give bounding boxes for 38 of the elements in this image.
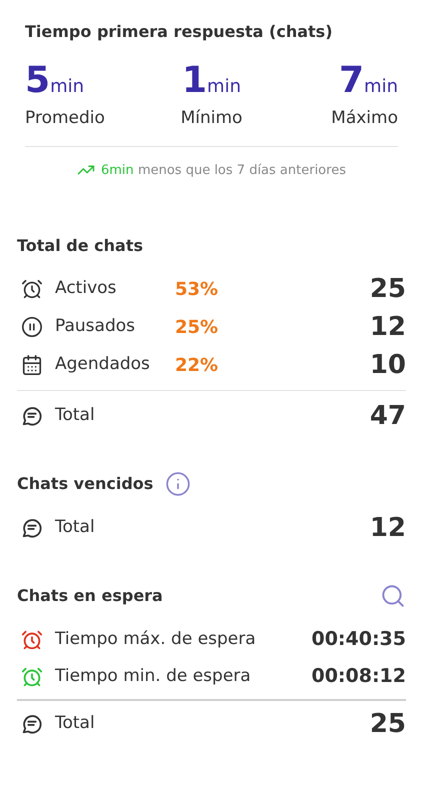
- row-value: 00:40:35: [311, 627, 406, 652]
- row-percent: 22%: [175, 354, 218, 378]
- row-percent: 53%: [175, 278, 218, 302]
- row-label: Total: [55, 404, 95, 428]
- row-percent: 25%: [175, 316, 218, 340]
- row-label: Total: [55, 516, 95, 540]
- row-label: Activos: [55, 277, 118, 300]
- row-count: 25: [370, 272, 406, 306]
- search-icon[interactable]: [380, 583, 406, 609]
- stat-value: 7 min: [338, 62, 398, 103]
- stat-value: 1 min: [182, 62, 241, 103]
- info-icon[interactable]: [165, 471, 192, 497]
- row-label: Tiempo min. de espera: [55, 664, 251, 688]
- row-label: Total: [55, 712, 95, 736]
- row-label: Tiempo máx. de espera: [55, 628, 256, 651]
- row-count: 25: [370, 708, 406, 740]
- comparison-text: 6min menos que los 7 días anteriores: [101, 162, 346, 180]
- section-title: Total de chats: [17, 235, 144, 257]
- calendar-icon: [21, 354, 43, 376]
- row-count: 10: [370, 348, 406, 382]
- chat-bubble-icon: [21, 713, 43, 735]
- stat-label: Promedio: [25, 107, 105, 130]
- stat-value: 5 min: [25, 62, 84, 103]
- pause-icon: [21, 316, 43, 338]
- row-value: 00:08:12: [311, 664, 406, 690]
- row-count: 12: [370, 512, 406, 544]
- section-title: Chats vencidos: [17, 473, 154, 495]
- row-count: 47: [370, 400, 406, 432]
- section-title: Tiempo primera respuesta (chats): [25, 21, 334, 43]
- alarm-clock-icon: [21, 278, 43, 300]
- stat-label: Máximo: [331, 107, 398, 130]
- row-count: 12: [370, 310, 406, 344]
- stat-label: Mínimo: [180, 107, 242, 130]
- chat-bubble-icon: [21, 405, 43, 427]
- chat-bubble-icon: [21, 517, 43, 539]
- section-title: Chats en espera: [17, 585, 163, 607]
- row-label: Agendados: [55, 353, 151, 376]
- row-label: Pausados: [55, 315, 136, 338]
